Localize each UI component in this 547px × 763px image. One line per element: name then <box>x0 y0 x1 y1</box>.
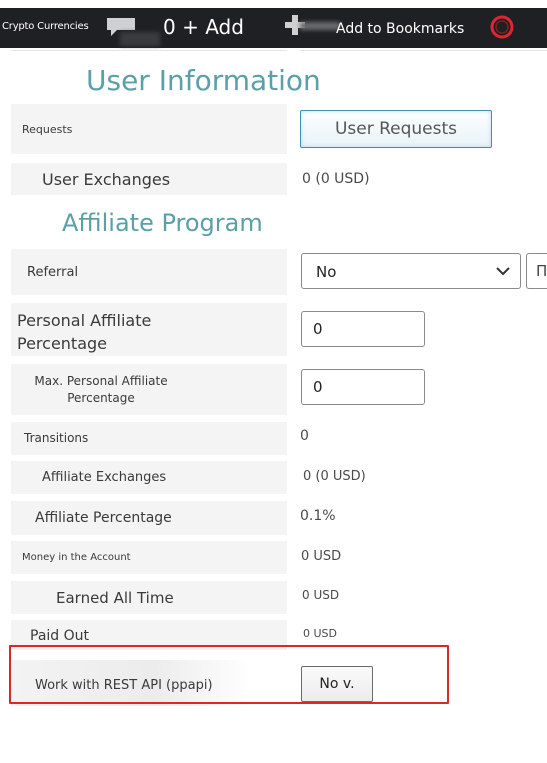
max-pct-input-value: 0 <box>313 378 323 396</box>
referral-label-cell: Referral <box>11 249 287 295</box>
add-to-bookmarks-link[interactable]: Add to Bookmarks <box>336 21 464 37</box>
max-pct-input[interactable]: 0 <box>301 369 425 405</box>
max-pct-label: Max. Personal Affiliate Percentage <box>34 374 168 405</box>
user-information-title: User Information <box>86 64 321 97</box>
money-value-cell: 0 USD <box>288 541 547 574</box>
personal-pct-label: Personal Affiliate Percentage <box>17 311 152 353</box>
user-exchanges-label: User Exchanges <box>42 170 171 189</box>
referral-extra-select[interactable]: П <box>526 253 547 289</box>
affiliate-pct-value: 0.1% <box>300 508 336 524</box>
blurred-area <box>120 32 160 46</box>
blurred-area <box>300 22 340 30</box>
divider <box>300 50 547 51</box>
affiliate-exchanges-label-cell: Affiliate Exchanges <box>11 461 287 494</box>
personal-pct-input-value: 0 <box>313 320 323 338</box>
earned-value-cell: 0 USD <box>288 581 547 614</box>
affiliate-pct-value-cell: 0.1% <box>288 501 547 535</box>
transitions-label: Transitions <box>24 431 89 445</box>
highlight-box <box>9 645 449 704</box>
personal-pct-input[interactable]: 0 <box>301 311 425 347</box>
earned-row: Earned All Time 0 USD <box>11 581 547 614</box>
affiliate-exchanges-row: Affiliate Exchanges 0 (0 USD) <box>11 461 547 494</box>
top-bar: Crypto Currencies 0 + Add Add to Bookmar… <box>0 8 547 48</box>
referral-extra-text: П <box>536 262 547 280</box>
paid-out-value: 0 USD <box>303 627 337 640</box>
opera-icon[interactable] <box>490 15 514 39</box>
referral-label: Referral <box>27 265 79 280</box>
affiliate-exchanges-value-cell: 0 (0 USD) <box>288 461 547 494</box>
requests-label: Requests <box>22 123 73 136</box>
referral-selected-value: No <box>316 263 337 281</box>
add-button[interactable]: 0 + Add <box>163 15 244 39</box>
user-requests-button[interactable]: User Requests <box>300 110 492 148</box>
requests-label-cell: Requests <box>11 104 287 154</box>
affiliate-program-title: Affiliate Program <box>62 209 263 237</box>
user-exchanges-row: User Exchanges 0 (0 USD) <box>11 163 547 195</box>
affiliate-pct-row: Affiliate Percentage 0.1% <box>11 501 547 535</box>
earned-label-cell: Earned All Time <box>11 581 287 614</box>
affiliate-pct-label: Affiliate Percentage <box>35 510 172 526</box>
affiliate-exchanges-label: Affiliate Exchanges <box>42 470 167 485</box>
divider <box>11 50 287 51</box>
chevron-down-icon <box>496 267 510 276</box>
transitions-value: 0 <box>300 428 309 444</box>
max-pct-label-cell: Max. Personal Affiliate Percentage <box>11 364 287 415</box>
affiliate-pct-label-cell: Affiliate Percentage <box>11 501 287 535</box>
max-pct-row: Max. Personal Affiliate Percentage <box>11 364 547 415</box>
earned-label: Earned All Time <box>56 589 174 607</box>
affiliate-exchanges-value: 0 (0 USD) <box>303 469 366 484</box>
crypto-currencies-link[interactable]: Crypto Currencies <box>2 21 89 32</box>
transitions-row: Transitions 0 <box>11 422 547 455</box>
money-row: Money in the Account 0 USD <box>11 541 547 574</box>
personal-pct-label-cell: Personal Affiliate Percentage <box>11 303 287 356</box>
user-exchanges-value-cell: 0 (0 USD) <box>288 163 547 195</box>
referral-select[interactable]: No <box>301 253 521 289</box>
earned-value: 0 USD <box>302 588 340 602</box>
money-label-cell: Money in the Account <box>11 541 287 574</box>
transitions-value-cell: 0 <box>288 422 547 455</box>
paid-out-label: Paid Out <box>30 628 90 644</box>
personal-pct-row: Personal Affiliate Percentage <box>11 303 547 356</box>
money-value: 0 USD <box>301 549 342 564</box>
transitions-label-cell: Transitions <box>11 422 287 455</box>
user-exchanges-label-cell: User Exchanges <box>11 163 287 195</box>
user-exchanges-value: 0 (0 USD) <box>302 171 370 187</box>
money-label: Money in the Account <box>22 552 131 563</box>
